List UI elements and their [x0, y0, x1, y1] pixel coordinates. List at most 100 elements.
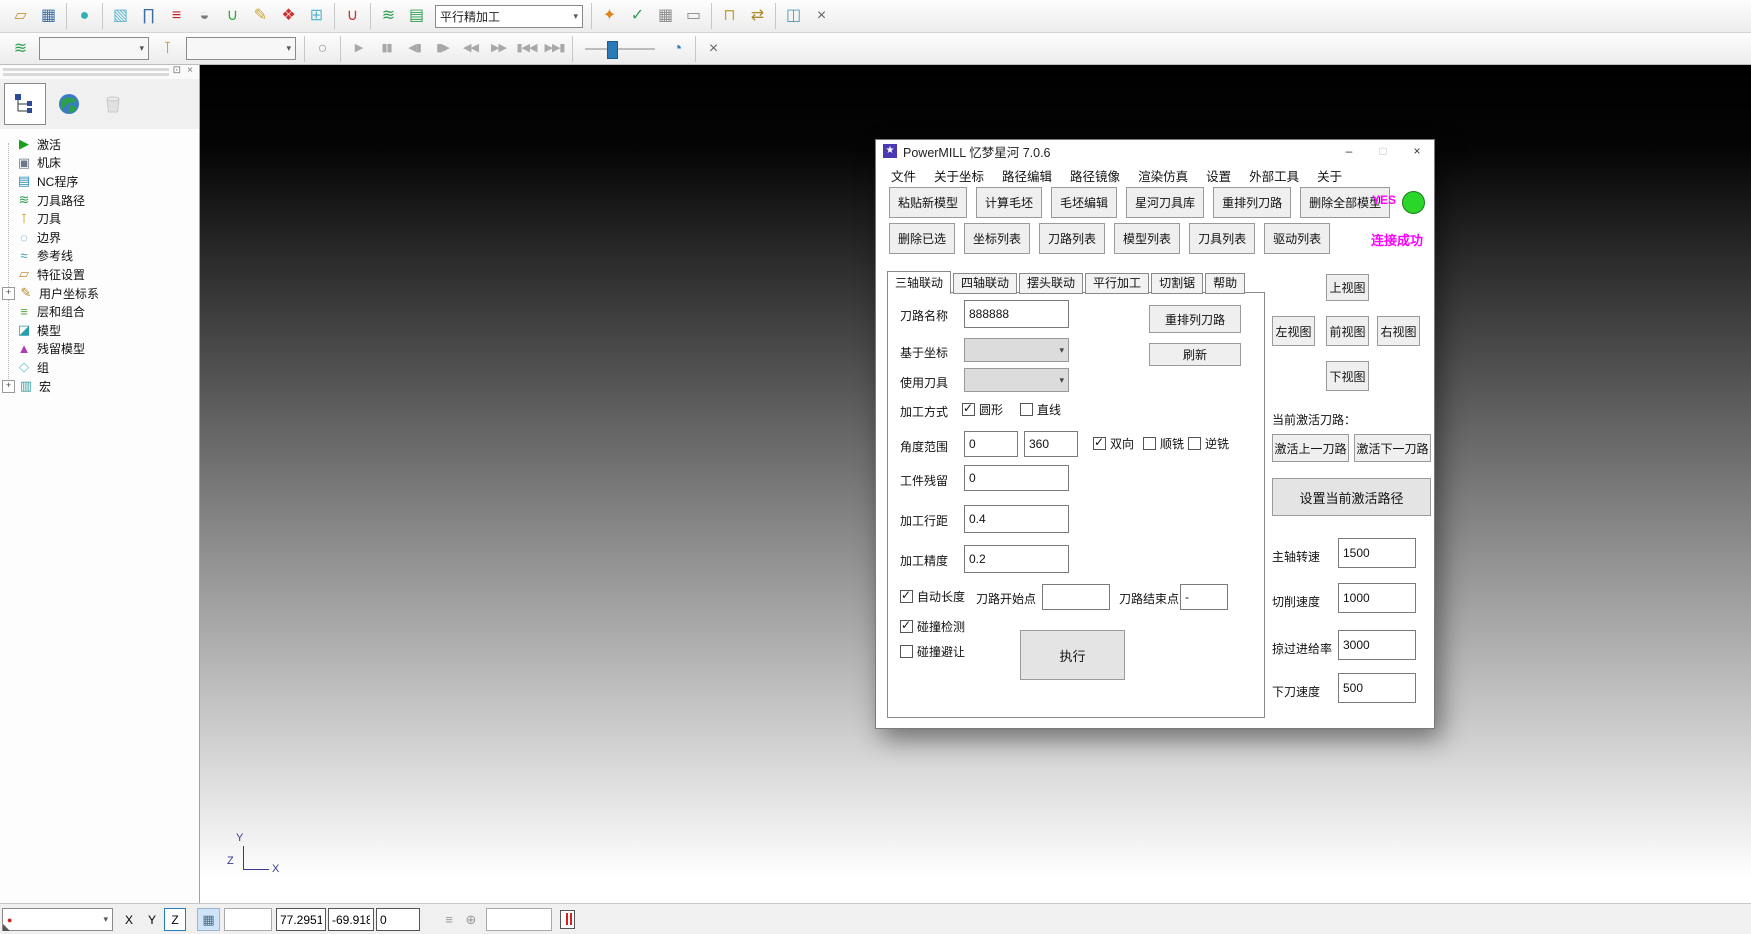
- tree-item[interactable]: ⊺ 刀具: [0, 209, 199, 228]
- tree-expander[interactable]: [2, 343, 13, 354]
- refresh-button[interactable]: 刷新: [1149, 343, 1241, 366]
- open-project-icon[interactable]: ▱: [7, 3, 34, 30]
- angle-to-input[interactable]: [1024, 431, 1078, 457]
- explorer-globe-tab[interactable]: [48, 83, 90, 125]
- start-point-input[interactable]: [1042, 584, 1110, 610]
- tree-item[interactable]: + ✎ 用户坐标系: [0, 284, 199, 303]
- dialog-button[interactable]: 驱动列表: [1264, 223, 1330, 254]
- climb-mill-checkbox[interactable]: [1143, 437, 1156, 450]
- status-field-2[interactable]: [486, 908, 552, 931]
- dialog-button[interactable]: 刀具列表: [1189, 223, 1255, 254]
- maximize-button[interactable]: □: [1366, 140, 1400, 162]
- dialog-button[interactable]: 星河刀具库: [1126, 187, 1204, 218]
- grid-toggle-button[interactable]: ▦: [197, 908, 220, 931]
- tab-3axis[interactable]: 三轴联动: [887, 271, 951, 294]
- rapid-feed-input[interactable]: [1338, 630, 1416, 660]
- tree-item[interactable]: ▤ NC程序: [0, 172, 199, 191]
- coordinate-z-input[interactable]: [376, 908, 420, 931]
- tree-item[interactable]: ≋ 刀具路径: [0, 191, 199, 210]
- toolpath-select-icon[interactable]: ≋: [7, 35, 34, 62]
- slider-handle[interactable]: [607, 41, 618, 59]
- step-forward-icon[interactable]: ▮▶: [429, 35, 456, 62]
- tree-expander[interactable]: +: [2, 380, 15, 393]
- spindle-speed-input[interactable]: [1338, 538, 1416, 568]
- use-tool-dropdown[interactable]: ▾: [964, 368, 1069, 392]
- strategy-combo[interactable]: 平行精加工 ▾: [435, 5, 583, 28]
- fast-forward-icon[interactable]: ▶▶: [485, 35, 512, 62]
- set-active-path-button[interactable]: 设置当前激活路径: [1272, 478, 1431, 516]
- tab-4axis[interactable]: 四轴联动: [953, 273, 1017, 294]
- tab-tilthead[interactable]: 摆头联动: [1019, 273, 1083, 294]
- dialog-titlebar[interactable]: ★ PowerMILL 忆梦星河 7.0.6 – □ ×: [876, 140, 1434, 162]
- view-right-button[interactable]: 右视图: [1377, 316, 1420, 346]
- close-button[interactable]: ×: [1400, 140, 1434, 162]
- tree-expander[interactable]: [2, 176, 13, 187]
- collision-avoid-checkbox[interactable]: [900, 645, 913, 658]
- tree-expander[interactable]: [2, 157, 13, 168]
- menu-item[interactable]: 路径镜像: [1061, 164, 1129, 187]
- panel-grip[interactable]: ⊡ ×: [0, 65, 199, 79]
- sim-toolpath-combo[interactable]: ▾: [39, 37, 149, 60]
- tree-item[interactable]: ◌ 边界: [0, 228, 199, 247]
- toolpaths-icon[interactable]: ≋: [375, 3, 402, 30]
- feeds-icon[interactable]: ≡: [163, 3, 190, 30]
- shaded-view-icon[interactable]: ●: [71, 3, 98, 30]
- toolpath-name-input[interactable]: [964, 300, 1069, 328]
- play-icon[interactable]: ▶: [345, 35, 372, 62]
- tree-item[interactable]: ▣ 机床: [0, 154, 199, 173]
- verify-toolpath-icon[interactable]: ✓: [624, 3, 651, 30]
- climb-checkbox-row[interactable]: 顺铣: [1143, 435, 1184, 452]
- line-checkbox-row[interactable]: 直线: [1020, 401, 1061, 418]
- explorer-recycle-tab[interactable]: [92, 83, 134, 125]
- angle-from-input[interactable]: [964, 431, 1018, 457]
- tree-expander[interactable]: [2, 232, 13, 243]
- tab-saw[interactable]: 切割锯: [1151, 273, 1203, 294]
- tab-help[interactable]: 帮助: [1205, 273, 1245, 294]
- menu-item[interactable]: 关于: [1308, 164, 1351, 187]
- line-checkbox[interactable]: [1020, 403, 1033, 416]
- bidir-checkbox-row[interactable]: 双向: [1093, 435, 1134, 452]
- status-combo[interactable]: ● ▾: [2, 908, 113, 931]
- dialog-button[interactable]: 删除已选: [889, 223, 955, 254]
- menu-item[interactable]: 渲染仿真: [1129, 164, 1197, 187]
- execute-button[interactable]: 执行: [1020, 630, 1125, 680]
- tool-select-icon[interactable]: ⊺: [154, 35, 181, 62]
- swap-arrows-icon[interactable]: ⇄: [744, 3, 771, 30]
- tree-item[interactable]: ▲ 残留模型: [0, 340, 199, 359]
- close-sim-toolbar-icon[interactable]: ×: [700, 35, 727, 62]
- activate-prev-toolpath-button[interactable]: 激活上一刀路: [1272, 434, 1349, 462]
- rearrange-toolpaths-button[interactable]: 重排列刀路: [1149, 305, 1241, 333]
- tree-item[interactable]: ▶ 激活: [0, 135, 199, 154]
- save-project-icon[interactable]: ▦: [35, 3, 62, 30]
- tree-item[interactable]: ≡ 层和组合: [0, 302, 199, 321]
- dialog-button[interactable]: 计算毛坯: [976, 187, 1042, 218]
- dialog-button[interactable]: 重排列刀路: [1213, 187, 1291, 218]
- go-start-icon[interactable]: ▮◀◀: [513, 35, 540, 62]
- menu-item[interactable]: 关于坐标: [925, 164, 993, 187]
- tree-expander[interactable]: [2, 195, 13, 206]
- collision-avoid-row[interactable]: 碰撞避让: [900, 643, 965, 660]
- pattern-icon[interactable]: ❖: [275, 3, 302, 30]
- cutting-feed-input[interactable]: [1338, 583, 1416, 613]
- end-point-input[interactable]: [1180, 584, 1228, 610]
- block-icon[interactable]: ▧: [107, 3, 134, 30]
- circle-checkbox-row[interactable]: 圆形: [962, 401, 1003, 418]
- auto-length-checkbox[interactable]: [900, 590, 913, 603]
- minimize-button[interactable]: –: [1332, 140, 1366, 162]
- activate-next-toolpath-button[interactable]: 激活下一刀路: [1354, 434, 1431, 462]
- close-panel-icon[interactable]: ×: [187, 65, 193, 77]
- go-end-icon[interactable]: ▶▶▮: [541, 35, 568, 62]
- view-left-button[interactable]: 左视图: [1272, 316, 1315, 346]
- tree-expander[interactable]: [2, 362, 13, 373]
- tree-expander[interactable]: [2, 139, 13, 150]
- tab-parallel[interactable]: 平行加工: [1085, 273, 1149, 294]
- status-field-1[interactable]: [224, 908, 272, 931]
- based-coord-dropdown[interactable]: ▾: [964, 338, 1069, 362]
- calculator-icon[interactable]: ▦: [652, 3, 679, 30]
- conventional-mill-checkbox[interactable]: [1188, 437, 1201, 450]
- sim-speed-slider[interactable]: [585, 39, 655, 59]
- collision-check-checkbox[interactable]: [900, 620, 913, 633]
- tree-item[interactable]: ▱ 特征设置: [0, 265, 199, 284]
- tree-expander[interactable]: [2, 306, 13, 317]
- collision-check-row[interactable]: 碰撞检测: [900, 618, 965, 635]
